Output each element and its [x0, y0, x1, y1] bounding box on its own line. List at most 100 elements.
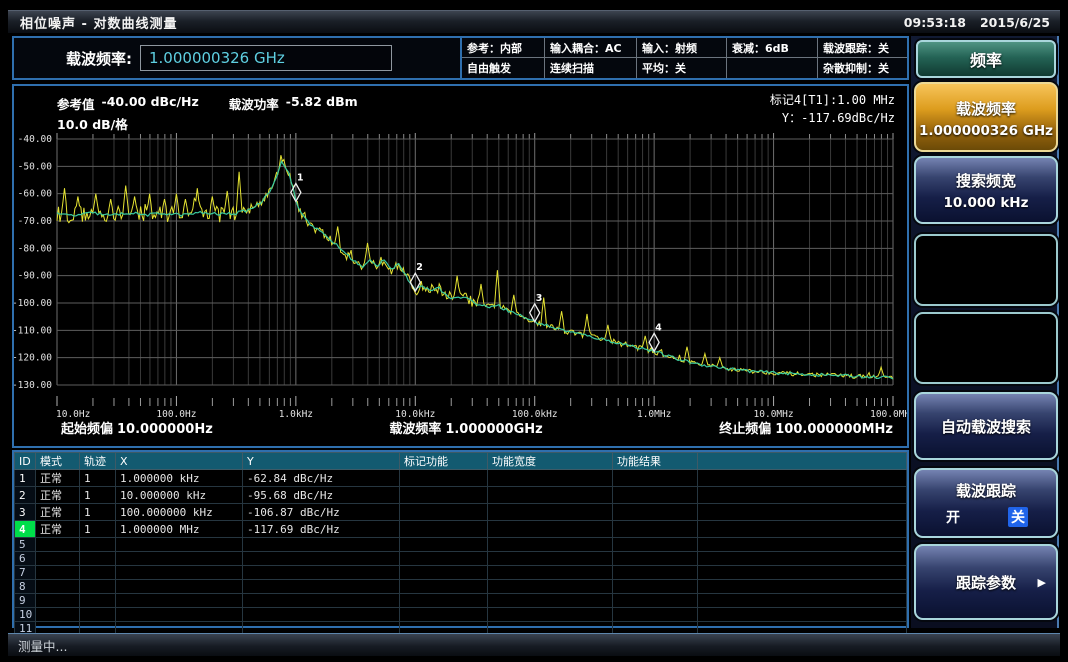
phase-noise-plot: -40.00-50.00-60.00-70.00-80.00-90.00-100… [14, 86, 907, 446]
marker-data-cell [698, 521, 907, 538]
svg-text:-130.00: -130.00 [14, 380, 52, 391]
marker-data-cell [488, 608, 613, 622]
table-row[interactable]: 6 [15, 552, 907, 566]
table-row[interactable]: 9 [15, 594, 907, 608]
marker-data-cell [698, 552, 907, 566]
col-func: 标记功能 [400, 453, 488, 470]
marker-data-cell [400, 521, 488, 538]
marker-data-cell [243, 608, 400, 622]
marker-data-cell [613, 594, 698, 608]
svg-text:-90.00: -90.00 [18, 271, 53, 282]
table-row[interactable]: 3正常1100.000000 kHz-106.87 dBc/Hz [15, 504, 907, 521]
marker-id-cell: 6 [15, 552, 36, 566]
table-row[interactable]: 1正常11.000000 kHz-62.84 dBc/Hz [15, 470, 907, 487]
table-row[interactable]: 4正常11.000000 MHz-117.69 dBc/Hz [15, 521, 907, 538]
softkey-auto-carrier-search[interactable]: 自动载波搜索 [914, 392, 1058, 460]
table-row[interactable]: 5 [15, 538, 907, 552]
stop-offset: 终止频偏100.000000MHz [715, 418, 893, 437]
date-display: 2015/6/25 [980, 15, 1050, 30]
marker-data-cell [80, 566, 116, 580]
marker-data-cell: 正常 [36, 521, 80, 538]
setting-spur-suppress: 杂散抑制：关 [818, 58, 907, 78]
softkey-carrier-tracking[interactable]: 载波跟踪 开 关 [914, 468, 1058, 538]
marker-data-cell [613, 566, 698, 580]
marker-data-cell: 1.000000 MHz [116, 521, 243, 538]
marker-data-cell: 正常 [36, 470, 80, 487]
marker-table: ID 模式 轨迹 X Y 标记功能 功能宽度 功能结果 1正常11.000000… [14, 452, 907, 650]
marker-data-cell [613, 538, 698, 552]
submenu-arrow-icon: ▶ [1038, 576, 1046, 589]
marker-id-cell: 3 [15, 504, 36, 521]
ref-level-label: 参考值 [57, 94, 95, 113]
marker-data-cell: 1.000000 kHz [116, 470, 243, 487]
measurement-settings-grid: 参考：内部 输入耦合：AC 输入：射频 衰减：6dB 载波跟踪：关 自由触发 连… [460, 38, 907, 78]
table-row[interactable]: 8 [15, 580, 907, 594]
marker-table-header-row: ID 模式 轨迹 X Y 标记功能 功能宽度 功能结果 [15, 453, 907, 470]
marker-data-cell [488, 552, 613, 566]
marker-data-cell: -95.68 dBc/Hz [243, 487, 400, 504]
setting-reference: 参考：内部 [462, 38, 545, 58]
window-title: 相位噪声 - 对数曲线测量 [20, 13, 177, 32]
col-mode: 模式 [36, 453, 80, 470]
marker-data-cell [243, 594, 400, 608]
start-offset: 起始频偏10.000000Hz [57, 418, 213, 437]
marker-data-cell [80, 608, 116, 622]
marker-data-cell [613, 608, 698, 622]
softkey-search-bandwidth[interactable]: 搜索频宽 10.000 kHz [914, 156, 1058, 224]
carrier-power-value: -5.82 dBm [286, 94, 358, 113]
marker-data-cell [80, 552, 116, 566]
carrier-frequency-input[interactable]: 1.000000326 GHz [140, 45, 392, 71]
marker-data-cell: 1 [80, 487, 116, 504]
marker-id-cell: 2 [15, 487, 36, 504]
table-row[interactable]: 2正常110.000000 kHz-95.68 dBc/Hz [15, 487, 907, 504]
softkey-tracking-parameters[interactable]: 跟踪参数 ▶ [914, 544, 1058, 620]
setting-blank [727, 58, 818, 78]
marker-data-cell [698, 594, 907, 608]
setting-carrier-track: 载波跟踪：关 [818, 38, 907, 58]
marker-data-cell [698, 580, 907, 594]
svg-text:3: 3 [536, 293, 543, 304]
marker-data-cell [400, 594, 488, 608]
svg-text:4: 4 [655, 322, 662, 333]
marker-data-cell [400, 470, 488, 487]
marker-data-cell [116, 566, 243, 580]
marker-id-cell: 7 [15, 566, 36, 580]
softkey-carrier-frequency[interactable]: 载波频率 1.000000326 GHz [914, 82, 1058, 152]
setting-input: 输入：射频 [637, 38, 727, 58]
svg-text:-100.00: -100.00 [14, 298, 52, 309]
marker-data-cell [116, 580, 243, 594]
toggle-on-option[interactable]: 开 [946, 507, 960, 527]
svg-text:-80.00: -80.00 [18, 243, 53, 254]
marker-readout-y: Y：-117.69dBc/Hz [770, 109, 895, 127]
svg-text:1: 1 [297, 172, 304, 183]
setting-attenuation: 衰减：6dB [727, 38, 818, 58]
marker-data-cell [243, 538, 400, 552]
marker-data-cell [488, 504, 613, 521]
marker-data-cell [488, 538, 613, 552]
marker-data-cell [36, 580, 80, 594]
marker-data-cell: -106.87 dBc/Hz [243, 504, 400, 521]
carrier-power-label: 载波功率 [229, 94, 279, 113]
setting-average: 平均：关 [637, 58, 727, 78]
toggle-off-option[interactable]: 关 [1008, 507, 1028, 527]
col-trace: 轨迹 [80, 453, 116, 470]
marker-data-cell: 1 [80, 504, 116, 521]
table-row[interactable]: 7 [15, 566, 907, 580]
marker-data-cell: -117.69 dBc/Hz [243, 521, 400, 538]
marker-data-cell [36, 594, 80, 608]
marker-data-cell: 10.000000 kHz [116, 487, 243, 504]
phase-noise-chart-panel: -40.00-50.00-60.00-70.00-80.00-90.00-100… [12, 84, 909, 448]
softkey-blank-2[interactable] [914, 312, 1058, 384]
table-row[interactable]: 10 [15, 608, 907, 622]
svg-text:2: 2 [416, 262, 423, 273]
marker-data-cell [80, 580, 116, 594]
marker-id-cell: 10 [15, 608, 36, 622]
marker-id-cell: 5 [15, 538, 36, 552]
marker-data-cell [698, 504, 907, 521]
time-display: 09:53:18 [904, 15, 966, 30]
svg-text:-120.00: -120.00 [14, 353, 52, 364]
marker-data-cell [36, 566, 80, 580]
softkey-blank-1[interactable] [914, 234, 1058, 306]
marker-data-cell [698, 470, 907, 487]
carrier-frequency-label: 载波频率: [66, 48, 132, 69]
